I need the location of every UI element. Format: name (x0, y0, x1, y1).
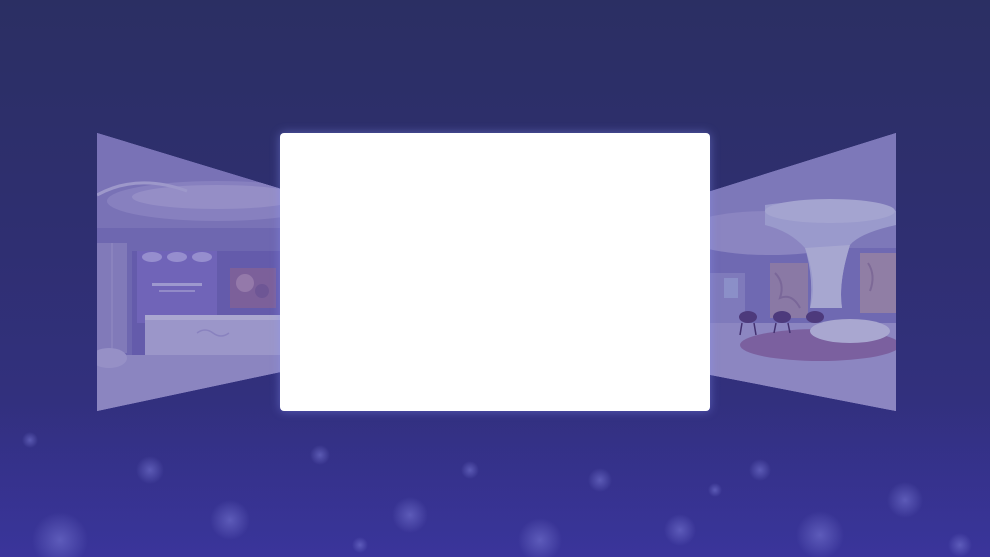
slide-dim-overlay (97, 133, 280, 411)
carousel-slide-next[interactable] (710, 133, 896, 411)
carousel-slide-prev[interactable] (97, 133, 280, 411)
carousel-slide-active[interactable] (280, 133, 710, 411)
carousel-stage (0, 0, 990, 557)
slide-dim-overlay (710, 133, 896, 411)
